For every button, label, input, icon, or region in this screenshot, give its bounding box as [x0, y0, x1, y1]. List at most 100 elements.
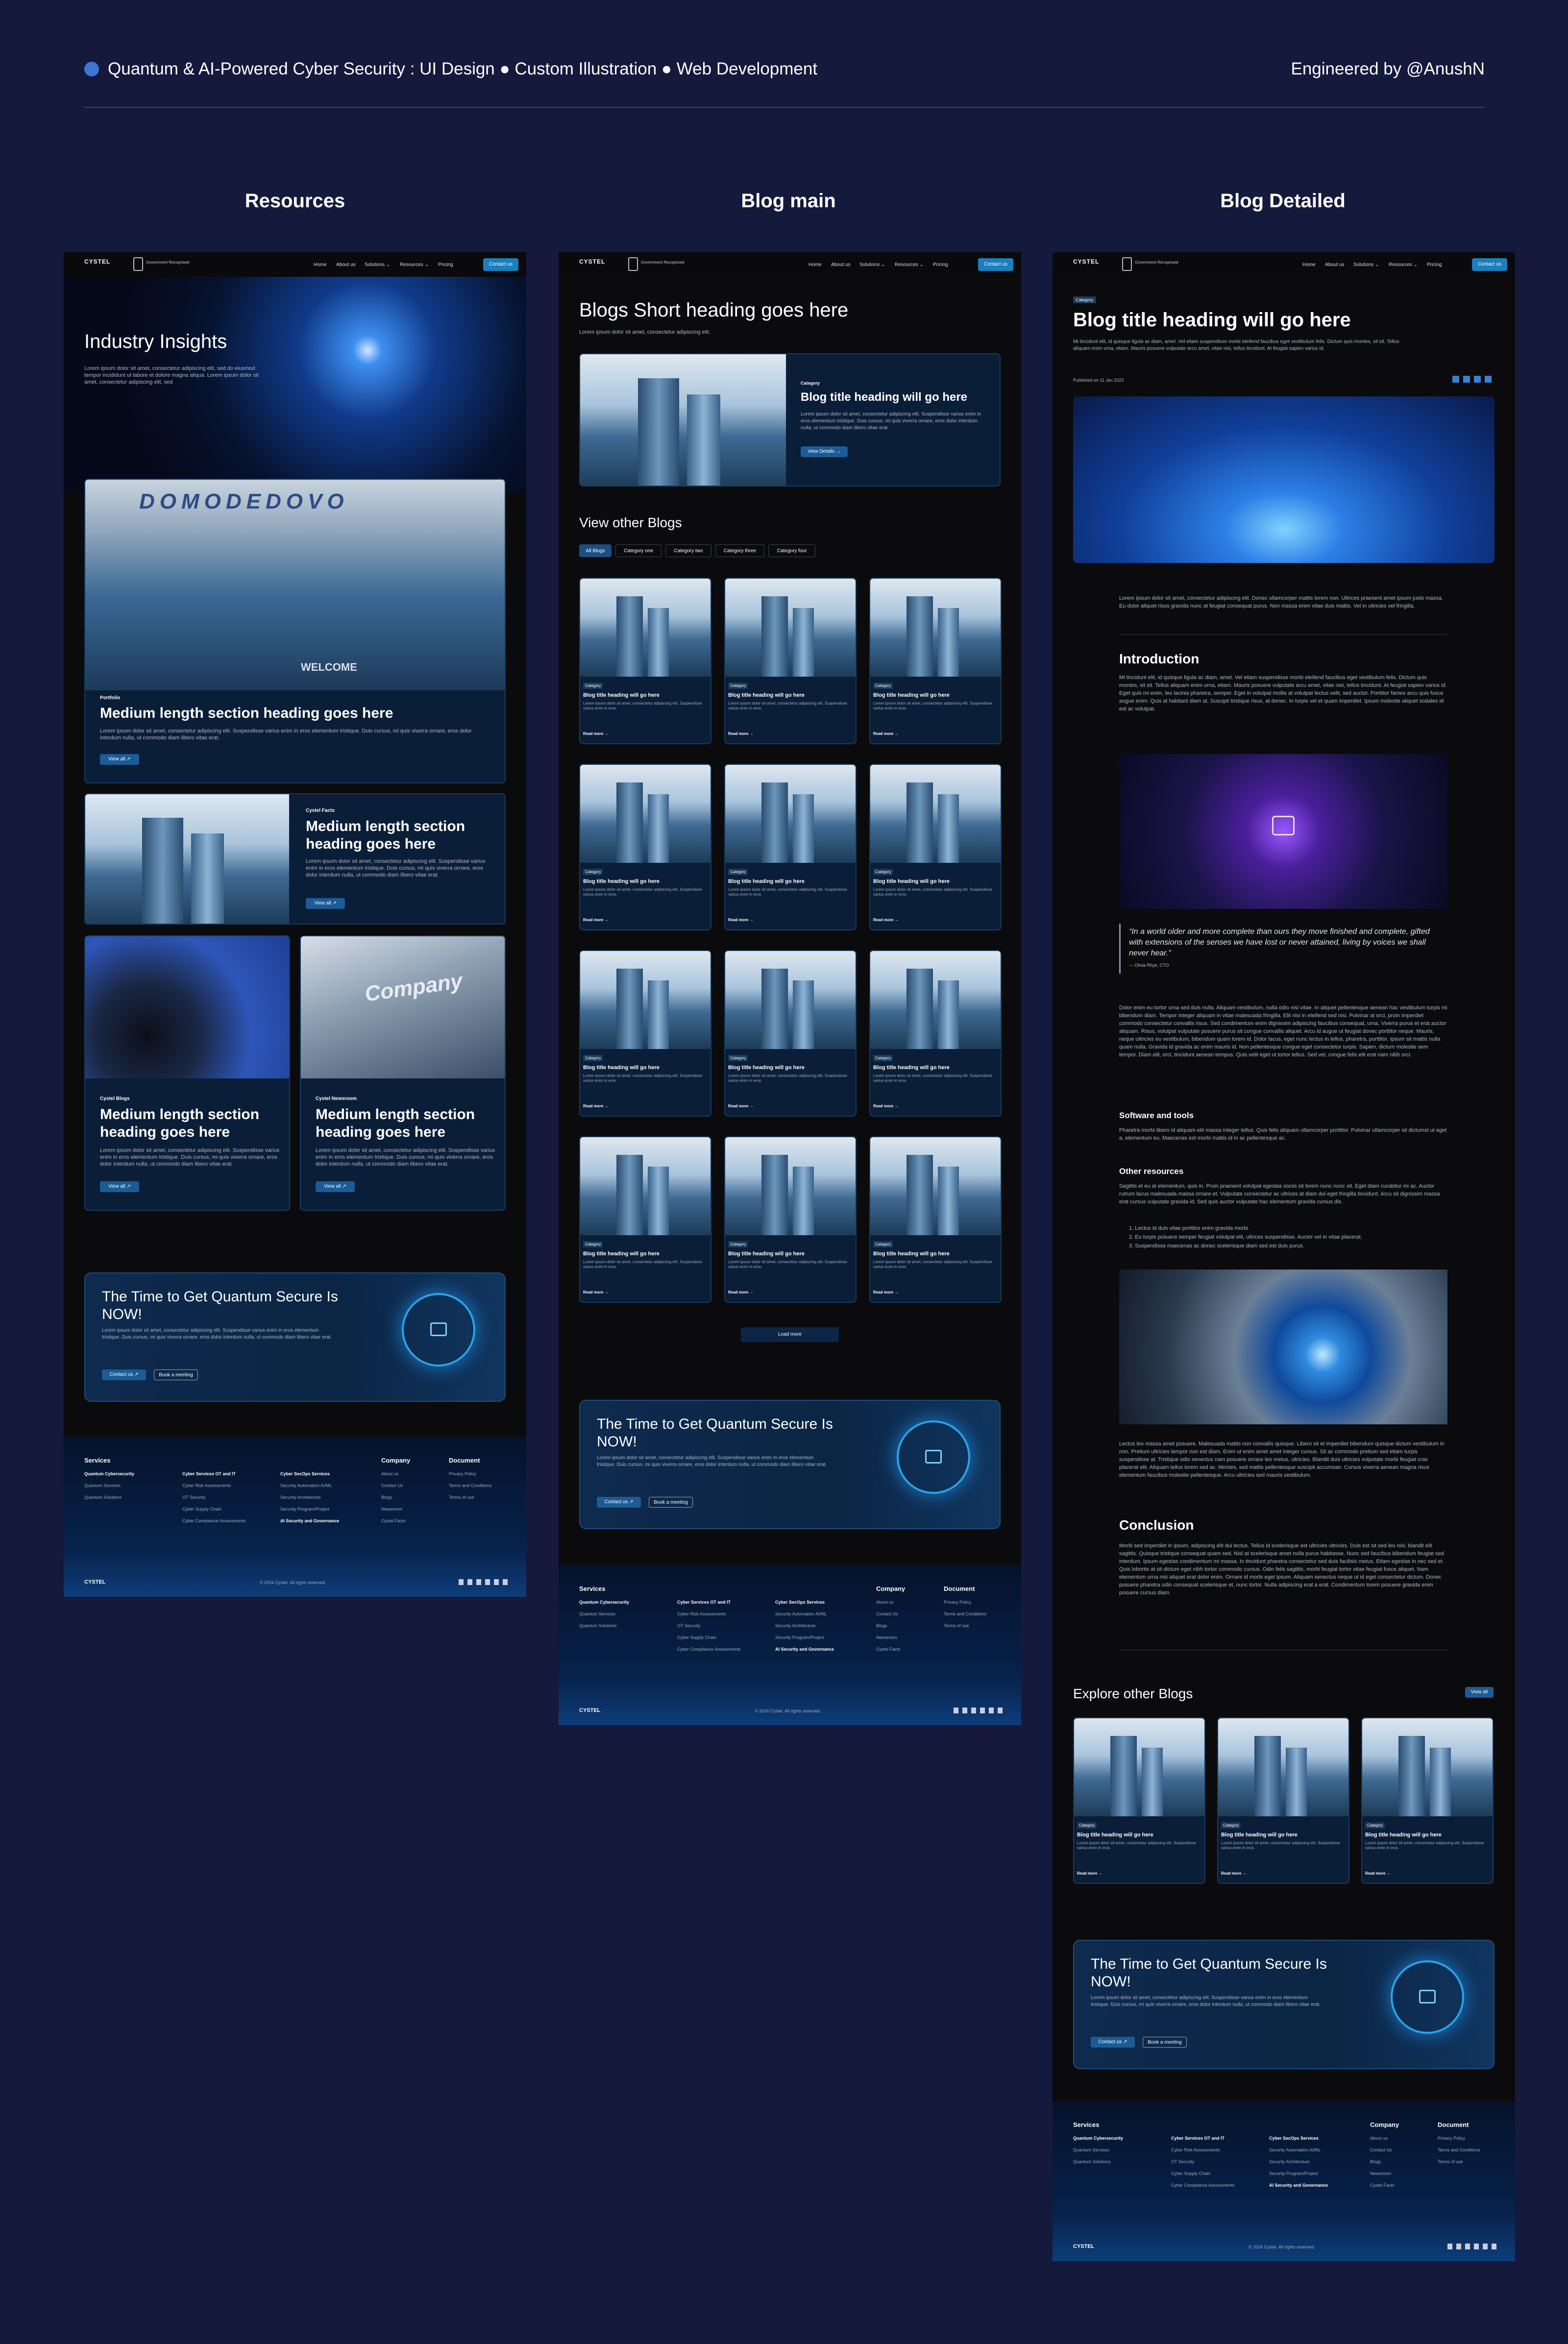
footer-link[interactable]: About us [381, 1471, 399, 1476]
footer-link[interactable]: Contact Us [876, 1612, 898, 1616]
footer-link[interactable]: Quantum Cybersecurity [1073, 2136, 1123, 2141]
view-all-button[interactable]: View all ↗ [316, 1181, 355, 1192]
read-more-link[interactable]: Read more → [728, 1104, 754, 1108]
social-icons[interactable] [459, 1579, 508, 1585]
read-more-link[interactable]: Read more → [583, 918, 609, 922]
footer-link[interactable]: Newsroom [381, 1507, 402, 1512]
resource-card-blogs[interactable]: Cystel Blogs Medium length section headi… [84, 935, 290, 1211]
view-all-button[interactable]: View all ↗ [100, 754, 139, 765]
nav-resources[interactable]: Resources ⌄ [895, 262, 924, 268]
footer-link[interactable]: Terms and Conditions [449, 1483, 491, 1488]
read-more-link[interactable]: Read more → [728, 918, 754, 922]
read-more-link[interactable]: Read more → [583, 1290, 609, 1294]
footer-link[interactable]: Security Automation AI/ML [775, 1612, 827, 1616]
filter-chip[interactable]: Category one [615, 544, 662, 557]
footer-link[interactable]: Contact Us [1370, 2148, 1392, 2152]
read-more-link[interactable]: Read more → [728, 732, 754, 736]
footer-link[interactable]: Terms of use [1438, 2159, 1463, 2164]
nav-home[interactable]: Home [808, 262, 822, 268]
footer-link[interactable]: Quantum Services [1073, 2148, 1109, 2152]
contact-us-button[interactable]: Contact us [978, 258, 1013, 271]
book-meeting-button[interactable]: Book a meeting [649, 1497, 693, 1508]
nav-resources[interactable]: Resources ⌄ [1389, 262, 1418, 268]
load-more-button[interactable]: Load more [741, 1327, 839, 1342]
nav-resources[interactable]: Resources ⌄ [400, 262, 429, 268]
filter-chip[interactable]: Category two [665, 544, 711, 557]
book-meeting-button[interactable]: Book a meeting [154, 1369, 198, 1380]
footer-link[interactable]: About us [876, 1600, 894, 1605]
footer-link[interactable]: Cyber Supply Chain [677, 1635, 716, 1640]
filter-chip[interactable]: Category four [768, 544, 815, 557]
read-more-link[interactable]: Read more → [728, 1290, 754, 1294]
nav-about[interactable]: About us [336, 262, 355, 268]
footer-link[interactable]: OT Security [677, 1623, 700, 1628]
nav-about[interactable]: About us [831, 262, 850, 268]
footer-link[interactable]: Blogs [381, 1495, 392, 1500]
footer-link[interactable]: Security Program/Project [280, 1507, 329, 1512]
footer-logo[interactable]: CYSTEL [84, 1579, 105, 1585]
footer-link[interactable]: Cyber Risk Assessments [182, 1483, 231, 1488]
footer-link[interactable]: Cyber Supply Chain [182, 1507, 221, 1512]
footer-link[interactable]: Newsroom [1370, 2171, 1391, 2176]
footer-logo[interactable]: CYSTEL [579, 1708, 600, 1713]
contact-us-button[interactable]: Contact us [1472, 258, 1507, 271]
footer-link[interactable]: Security Automation AI/ML [1269, 2148, 1321, 2152]
blog-card[interactable]: Category Blog title heading will go here L… [579, 764, 711, 930]
cystel-logo[interactable]: CYSTEL [84, 258, 110, 265]
footer-link[interactable]: Blogs [1370, 2159, 1381, 2164]
footer-link[interactable]: Contact Us [381, 1483, 403, 1488]
footer-link[interactable]: Cystel Facts [876, 1647, 901, 1652]
nav-solutions[interactable]: Solutions ⌄ [365, 262, 390, 268]
nav-solutions[interactable]: Solutions ⌄ [859, 262, 885, 268]
read-more-link[interactable]: Read more → [1077, 1871, 1102, 1876]
nav-pricing[interactable]: Pricing [438, 262, 453, 268]
filter-chip-all[interactable]: All Blogs [579, 544, 612, 557]
resource-card-facts[interactable]: Cystel Facts Medium length section headi… [84, 793, 506, 925]
nav-home[interactable]: Home [314, 262, 327, 268]
contact-us-button[interactable]: Contact us ↗ [597, 1497, 641, 1508]
footer-link[interactable]: Quantum Solutions [579, 1623, 617, 1628]
resource-card-newsroom[interactable]: Company Cystel Newsroom Medium length se… [300, 935, 506, 1211]
footer-link[interactable]: Security Automation AI/ML [280, 1483, 332, 1488]
share-icons[interactable] [1452, 376, 1492, 383]
footer-link[interactable]: Cyber Services OT and IT [1171, 2136, 1225, 2141]
blog-card[interactable]: Category Blog title heading will go here L… [1361, 1717, 1494, 1884]
contact-us-button[interactable]: Contact us ↗ [1091, 2037, 1135, 2048]
footer-link[interactable]: Cyber SecOps Services [775, 1600, 825, 1605]
contact-us-button[interactable]: Contact us ↗ [102, 1369, 146, 1380]
nav-about[interactable]: About us [1325, 262, 1344, 268]
blog-card[interactable]: Category Blog title heading will go here L… [724, 1136, 857, 1303]
footer-link[interactable]: Terms and Conditions [1438, 2148, 1480, 2152]
view-all-button[interactable]: View all ↗ [100, 1181, 139, 1192]
footer-link[interactable]: Cyber Services OT and IT [677, 1600, 731, 1605]
footer-link[interactable]: OT Security [182, 1495, 205, 1500]
filter-chip[interactable]: Category three [715, 544, 764, 557]
footer-link[interactable]: Quantum Solutions [84, 1495, 122, 1500]
read-more-link[interactable]: Read more → [873, 732, 899, 736]
read-more-link[interactable]: Read more → [1365, 1871, 1391, 1876]
footer-link[interactable]: Security Architecture [775, 1623, 816, 1628]
footer-link[interactable]: Cystel Facts [1370, 2183, 1395, 2188]
read-more-link[interactable]: Read more → [873, 918, 899, 922]
nav-pricing[interactable]: Pricing [933, 262, 948, 268]
footer-link[interactable]: Security Architecture [280, 1495, 321, 1500]
nav-pricing[interactable]: Pricing [1427, 262, 1442, 268]
featured-blog-card[interactable]: Category Blog title heading will go here… [579, 353, 1001, 487]
footer-link[interactable]: Cyber SecOps Services [1269, 2136, 1319, 2141]
footer-link[interactable]: AI Security and Governance [280, 1518, 339, 1523]
footer-link[interactable]: About us [1370, 2136, 1388, 2141]
footer-link[interactable]: AI Security and Governance [775, 1647, 834, 1652]
read-more-link[interactable]: Read more → [583, 732, 609, 736]
featured-resource-card[interactable]: DOMODEDOVO WELCOME Portfolio Medium leng… [84, 479, 506, 783]
nav-home[interactable]: Home [1302, 262, 1316, 268]
footer-link[interactable]: AI Security and Governance [1269, 2183, 1328, 2188]
footer-logo[interactable]: CYSTEL [1073, 2244, 1094, 2249]
cystel-logo[interactable]: CYSTEL [1073, 258, 1099, 265]
read-more-link[interactable]: Read more → [873, 1290, 899, 1294]
footer-link[interactable]: Blogs [876, 1623, 887, 1628]
footer-link[interactable]: Newsroom [876, 1635, 897, 1640]
view-all-button[interactable]: View all [1465, 1687, 1494, 1698]
footer-link[interactable]: Quantum Services [84, 1483, 121, 1488]
blog-card[interactable]: Category Blog title heading will go here L… [579, 1136, 711, 1303]
footer-link[interactable]: Quantum Services [579, 1612, 615, 1616]
